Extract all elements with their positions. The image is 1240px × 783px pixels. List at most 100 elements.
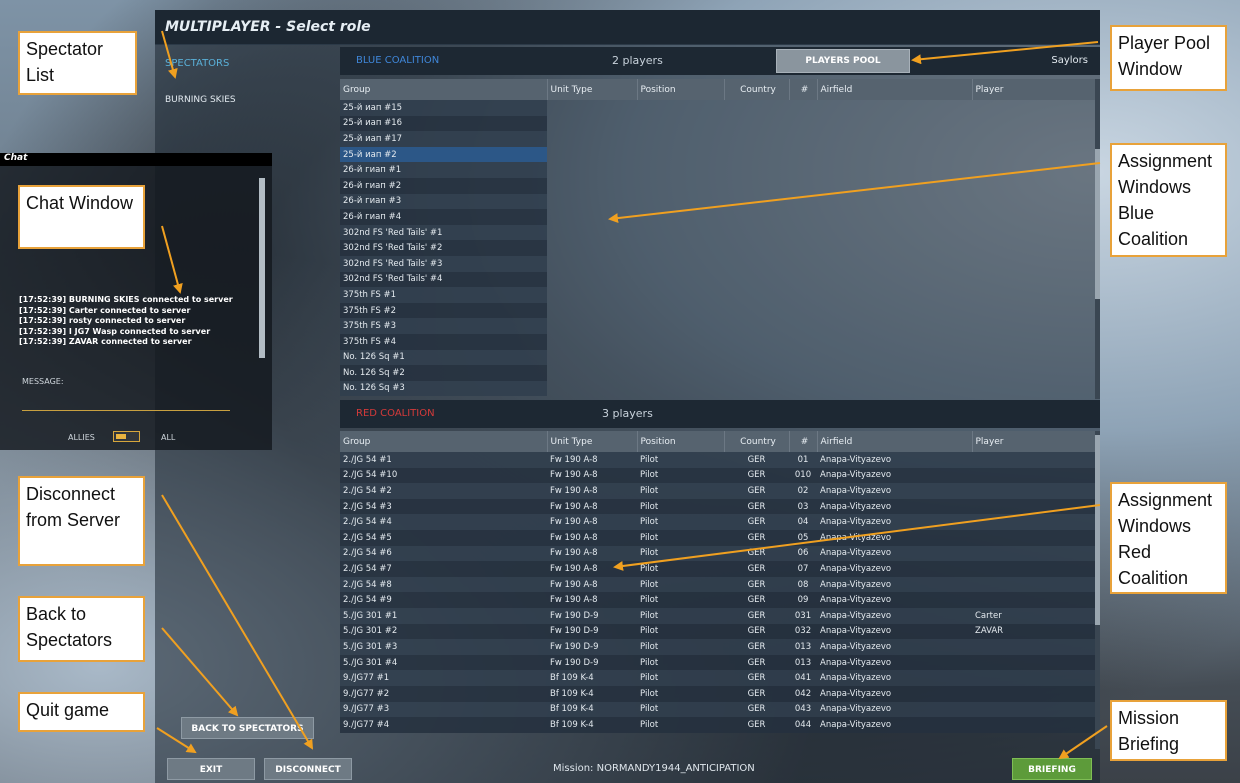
column-header[interactable]: Group <box>340 79 548 100</box>
table-cell: No. 126 Sq #1 <box>340 349 547 366</box>
table-cell: Anapa-Vityazevo <box>817 514 972 530</box>
table-cell: Pilot <box>637 561 724 577</box>
column-header[interactable]: Country <box>724 431 790 452</box>
table-row[interactable]: 5./JG 301 #2 Fw 190 D-9 Pilot GER 032 Anapa-V… <box>340 623 1095 640</box>
table-cell: Anapa-Vityazevo <box>817 701 972 718</box>
column-header[interactable]: Country <box>724 79 790 100</box>
table-cell: 9./JG77 #4 <box>340 717 547 733</box>
table-row[interactable]: 302nd FS 'Red Tails' #1P-51D-25-NAPilotU… <box>340 224 547 241</box>
table-row[interactable]: 302nd FS 'Red Tails' #4P-51D-25-NAPilotU… <box>340 271 547 288</box>
back-to-spectators-button[interactable]: BACK TO SPECTATORS <box>181 717 314 739</box>
table-cell: 02 <box>789 483 817 499</box>
table-cell <box>972 639 1095 655</box>
table-row[interactable]: 375th FS #1P-51D-25-NAPilotUSA031Novoros… <box>340 287 547 303</box>
table-cell: 08 <box>789 576 817 593</box>
table-cell: Anapa-Vityazevo <box>817 498 972 515</box>
blue-scrollbar[interactable] <box>1095 79 1100 399</box>
all-label: ALL <box>161 433 176 442</box>
page-title: MULTIPLAYER - Select role <box>165 19 371 35</box>
table-row[interactable]: 302nd FS 'Red Tails' #3P-51D-25-NAPilotU… <box>340 255 547 272</box>
table-cell: Bf 109 K-4 <box>547 670 637 686</box>
red-scrollbar[interactable] <box>1095 431 1100 749</box>
table-cell: Anapa-Vityazevo <box>817 576 972 593</box>
table-row[interactable]: 26-й гиап #2Spitfire LF Mk. IXPilotRUS22… <box>340 177 547 194</box>
table-cell: Pilot <box>637 685 724 702</box>
column-header[interactable]: Player <box>972 79 1095 100</box>
table-cell: Pilot <box>637 717 724 733</box>
table-row[interactable]: 2./JG 54 #4 Fw 190 A-8 Pilot GER 04 Anapa-Vit… <box>340 514 1095 530</box>
table-row[interactable]: 302nd FS 'Red Tails' #2P-51D-25-NAPilotU… <box>340 240 547 256</box>
table-row[interactable]: 26-й гиап #3Spitfire LF Mk. IXPilotRUS23… <box>340 193 547 210</box>
chat-scrollbar[interactable] <box>259 178 265 358</box>
table-row[interactable]: 25-й иап #15I-16PilotRUS015Krymsk <box>340 100 547 116</box>
column-header[interactable]: Unit Type <box>547 431 638 452</box>
table-row[interactable]: 9./JG77 #3 Bf 109 K-4 Pilot GER 043 Anapa-Vit… <box>340 701 1095 718</box>
table-row[interactable]: 5./JG 301 #1 Fw 190 D-9 Pilot GER 031 Anapa-V… <box>340 607 1095 624</box>
blue-coalition-bar: BLUE COALITION 2 players PLAYERS POOL Sa… <box>340 47 1100 75</box>
chat-channel-toggle[interactable] <box>113 431 140 442</box>
column-header[interactable]: Airfield <box>817 79 973 100</box>
table-row[interactable]: 9./JG77 #1 Bf 109 K-4 Pilot GER 041 Anapa-Vit… <box>340 670 1095 686</box>
table-cell: Fw 190 A-8 <box>547 483 637 499</box>
table-row[interactable]: 9./JG77 #2 Bf 109 K-4 Pilot GER 042 Anapa-Vit… <box>340 685 1095 702</box>
table-cell: GER <box>724 701 789 718</box>
callout-player-pool: Player Pool Window <box>1110 25 1227 91</box>
table-row[interactable]: 9./JG77 #4 Bf 109 K-4 Pilot GER 044 Anapa-Vit… <box>340 717 1095 733</box>
table-row[interactable]: 375th FS #2P-51D-25-NAPilotUSA032Novoros… <box>340 302 547 319</box>
table-row[interactable]: 2./JG 54 #10 Fw 190 A-8 Pilot GER 010 Anapa-V… <box>340 467 1095 484</box>
table-row[interactable]: 26-й гиап #1Spitfire LF Mk. IXPilotRUS21… <box>340 162 547 178</box>
table-cell: 2./JG 54 #4 <box>340 514 547 530</box>
current-player-name: Saylors <box>1051 55 1088 66</box>
red-coalition-name: RED COALITION <box>356 408 435 419</box>
table-row[interactable]: 375th FS #4P-51D-25-NAPilotUSA033Novoros… <box>340 333 547 350</box>
table-row[interactable]: 25-й иап #17I-16PilotRUS017Krymsk <box>340 131 547 147</box>
table-cell: Pilot <box>637 607 724 624</box>
red-scroll-thumb[interactable] <box>1095 435 1100 625</box>
table-row[interactable]: No. 126 Sq #1Spitfire LF Mk. IXPilotUK5J… <box>340 349 547 366</box>
table-cell: Fw 190 A-8 <box>547 514 637 530</box>
column-header[interactable]: # <box>789 431 818 452</box>
table-row[interactable]: 2./JG 54 #2 Fw 190 A-8 Pilot GER 02 Anapa-Vit… <box>340 483 1095 499</box>
table-cell: 03 <box>789 498 817 515</box>
disconnect-button[interactable]: DISCONNECT <box>264 758 352 780</box>
table-row[interactable]: 2./JG 54 #5 Fw 190 A-8 Pilot GER 05 Anapa-Vit… <box>340 529 1095 546</box>
table-row[interactable]: 2./JG 54 #1 Fw 190 A-8 Pilot GER 01 Anapa-Vit… <box>340 452 1095 468</box>
table-row[interactable]: 5./JG 301 #3 Fw 190 D-9 Pilot GER 013 Anapa-V… <box>340 639 1095 655</box>
table-row[interactable]: 25-й иап #16I-16PilotRUS016Krymsk <box>340 115 547 132</box>
table-cell: 5./JG 301 #1 <box>340 607 547 624</box>
blue-scroll-thumb[interactable] <box>1095 149 1100 299</box>
table-cell <box>972 467 1095 484</box>
table-row[interactable]: 25-й иап #2P-51D-25-NAPilotRUS350KrymskS… <box>340 146 547 163</box>
table-row[interactable]: 5./JG 301 #4 Fw 190 D-9 Pilot GER 013 Anapa-V… <box>340 654 1095 671</box>
briefing-button[interactable]: BRIEFING <box>1012 758 1092 780</box>
table-cell: 05 <box>789 529 817 546</box>
message-input[interactable] <box>22 410 230 411</box>
column-header[interactable]: Unit Type <box>547 79 638 100</box>
table-row[interactable]: 2./JG 54 #7 Fw 190 A-8 Pilot GER 07 Anapa-Vit… <box>340 561 1095 577</box>
table-row[interactable]: No. 126 Sq #3Spitfire LF Mk. IXPilotUK5J… <box>340 380 547 397</box>
column-header[interactable]: Airfield <box>817 431 973 452</box>
table-cell <box>972 592 1095 608</box>
column-header[interactable]: Position <box>637 79 725 100</box>
table-row[interactable]: 375th FS #3P-51D-25-NAPilotUSA033Novoros… <box>340 318 547 334</box>
players-pool-button[interactable]: PLAYERS POOL <box>776 49 910 73</box>
column-header[interactable]: Group <box>340 431 548 452</box>
table-row[interactable]: 2./JG 54 #9 Fw 190 A-8 Pilot GER 09 Anapa-Vit… <box>340 592 1095 608</box>
table-cell: Anapa-Vityazevo <box>817 467 972 484</box>
table-cell: 375th FS #2 <box>340 302 547 319</box>
chat-log: [17:52:39] BURNING SKIES connected to se… <box>19 295 233 348</box>
table-row[interactable]: 2./JG 54 #8 Fw 190 A-8 Pilot GER 08 Anapa-Vit… <box>340 576 1095 593</box>
table-cell: Pilot <box>637 701 724 718</box>
column-header[interactable]: # <box>789 79 818 100</box>
column-header[interactable]: Position <box>637 431 725 452</box>
table-row[interactable]: 2./JG 54 #6 Fw 190 A-8 Pilot GER 06 Anapa-Vit… <box>340 545 1095 562</box>
column-header[interactable]: Player <box>972 431 1096 452</box>
table-cell: Fw 190 A-8 <box>547 592 637 608</box>
table-cell: Pilot <box>637 498 724 515</box>
table-cell: 013 <box>789 654 817 671</box>
table-row[interactable]: 26-й гиап #4Spitfire LF Mk. IXPilotRUS24… <box>340 209 547 225</box>
table-row[interactable]: 2./JG 54 #3 Fw 190 A-8 Pilot GER 03 Anapa-Vit… <box>340 498 1095 515</box>
table-row[interactable]: No. 126 Sq #2Spitfire LF Mk. IXPilotUK5J… <box>340 365 547 381</box>
exit-button[interactable]: EXIT <box>167 758 255 780</box>
spectator-item[interactable]: BURNING SKIES <box>165 95 236 105</box>
